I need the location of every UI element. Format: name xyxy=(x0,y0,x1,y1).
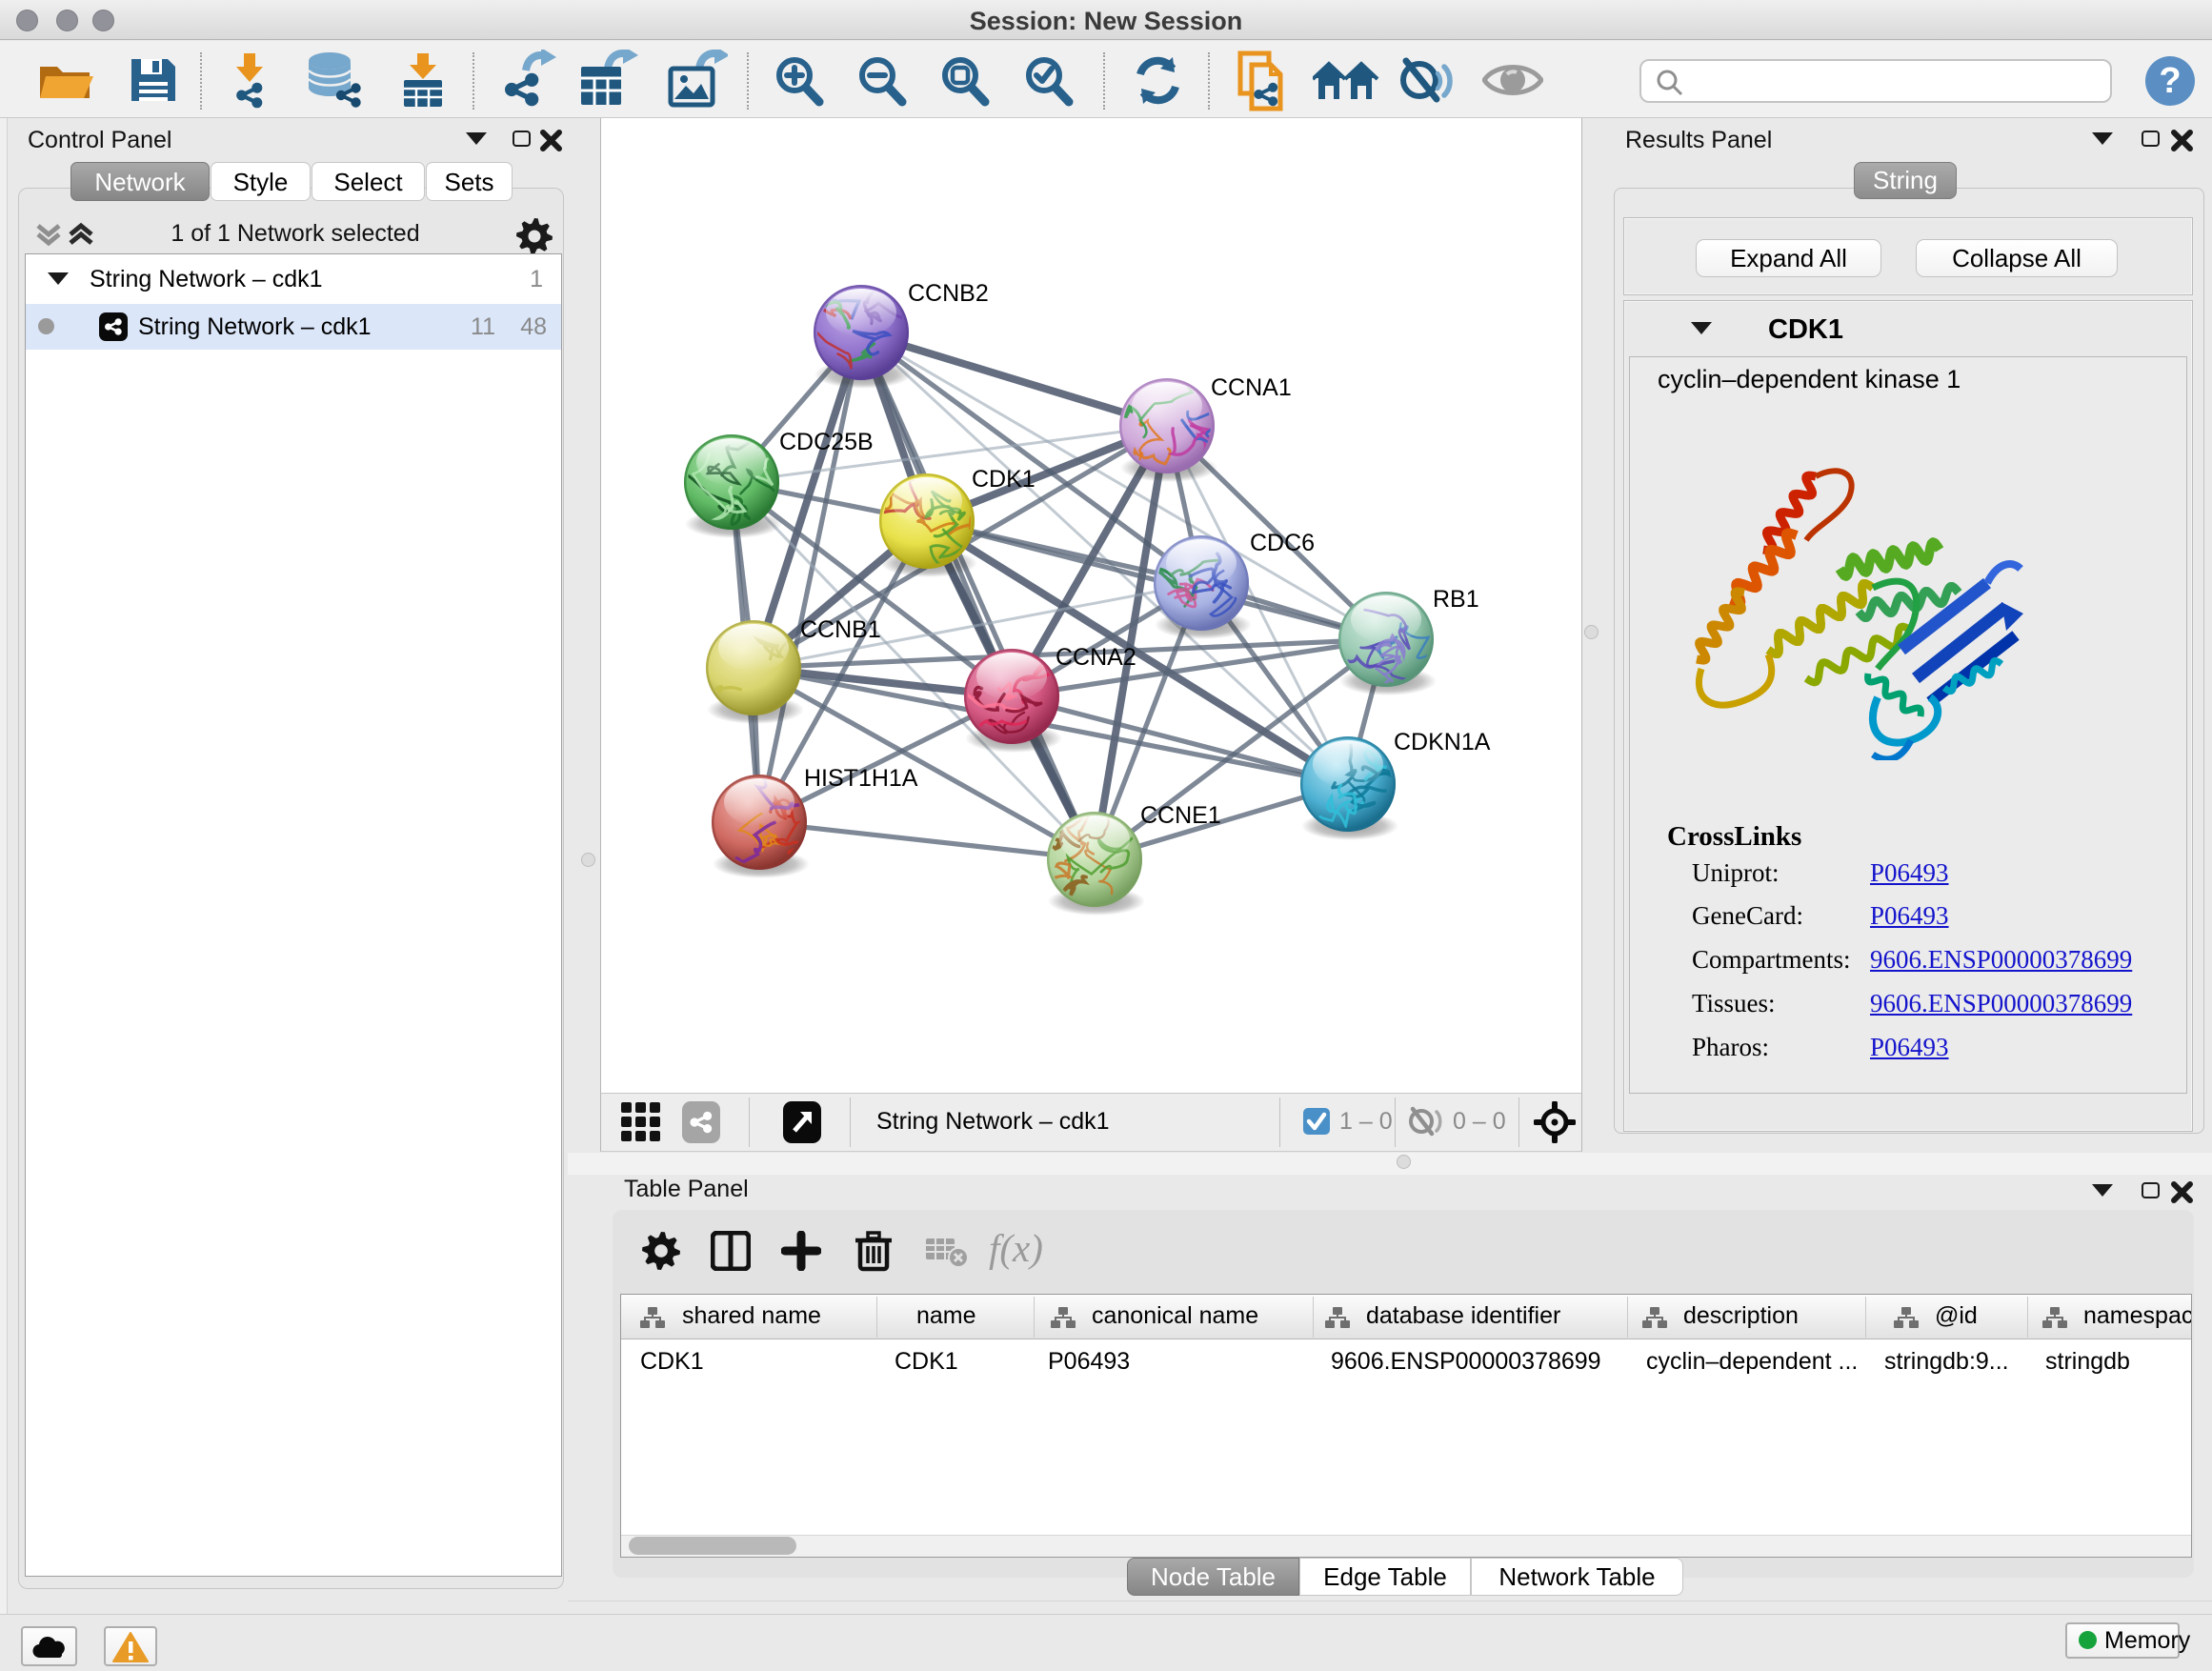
svg-text:?: ? xyxy=(2159,61,2181,101)
